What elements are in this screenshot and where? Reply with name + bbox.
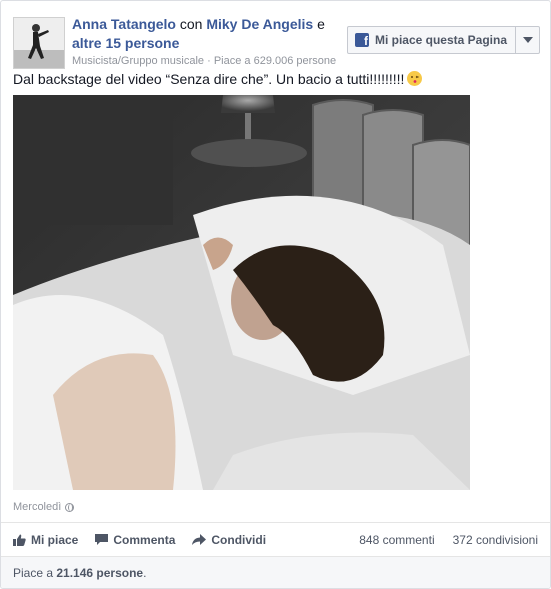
post-header: Anna Tatangelo con Miky De Angelis e alt…: [13, 13, 540, 69]
facebook-icon: f: [354, 33, 369, 47]
shares-count[interactable]: 372 condivisioni: [453, 533, 538, 547]
likes-prefix: Piace a: [13, 566, 57, 580]
kiss-emoji-icon: [407, 71, 423, 86]
share-button[interactable]: Condividi: [192, 533, 266, 547]
post-caption: Dal backstage del video “Senza dire che”…: [13, 71, 423, 87]
post-photo[interactable]: [13, 95, 470, 490]
others-link[interactable]: altre 15 persone: [72, 35, 179, 51]
comment-button[interactable]: Commenta: [95, 533, 175, 547]
meta-separator: ·: [204, 55, 214, 67]
page-category: Musicista/Gruppo musicale: [72, 55, 205, 67]
tagged-person-link[interactable]: Miky De Angelis: [206, 16, 313, 32]
avatar[interactable]: [13, 17, 65, 69]
post-card: Anna Tatangelo con Miky De Angelis e alt…: [0, 0, 551, 589]
like-page-button[interactable]: f Mi piace questa Pagina: [348, 27, 515, 53]
post-timestamp[interactable]: Mercoledì: [13, 501, 75, 513]
page-likes-count: Piace a 629.006 persone: [213, 55, 337, 67]
share-arrow-icon: [192, 534, 207, 545]
author-link[interactable]: Anna Tatangelo: [72, 16, 176, 32]
likes-footer: Piace a 21.146 persone.: [1, 557, 550, 588]
engagement-counts: 848 commenti 372 condivisioni: [359, 533, 538, 547]
likes-count-link[interactable]: 21.146 persone: [56, 566, 143, 580]
like-label: Mi piace: [31, 533, 79, 547]
like-page-label: Mi piace questa Pagina: [374, 33, 507, 47]
globe-icon: [65, 502, 75, 512]
comment-label: Commenta: [113, 533, 176, 547]
post-author-line: Anna Tatangelo con Miky De Angelis e alt…: [72, 15, 342, 53]
share-label: Condividi: [211, 533, 267, 547]
action-bar: Mi piace Commenta Condividi 848 commenti…: [13, 523, 538, 557]
post-date[interactable]: Mercoledì: [13, 501, 61, 513]
likes-suffix: .: [143, 566, 147, 580]
like-page-dropdown[interactable]: [515, 27, 539, 53]
and-text: e: [313, 16, 325, 32]
caption-text: Dal backstage del video “Senza dire che”…: [13, 71, 405, 87]
comment-icon: [95, 534, 109, 545]
with-text: con: [175, 16, 207, 32]
comments-count[interactable]: 848 commenti: [359, 533, 434, 547]
like-button[interactable]: Mi piace: [13, 533, 78, 547]
page-meta: Musicista/Gruppo musicale · Piace a 629.…: [72, 55, 336, 67]
like-page-button-group: f Mi piace questa Pagina: [346, 26, 540, 54]
thumbs-up-icon: [13, 534, 26, 546]
chevron-down-icon: [522, 37, 533, 43]
likes-summary: Piace a 21.146 persone.: [13, 566, 146, 580]
